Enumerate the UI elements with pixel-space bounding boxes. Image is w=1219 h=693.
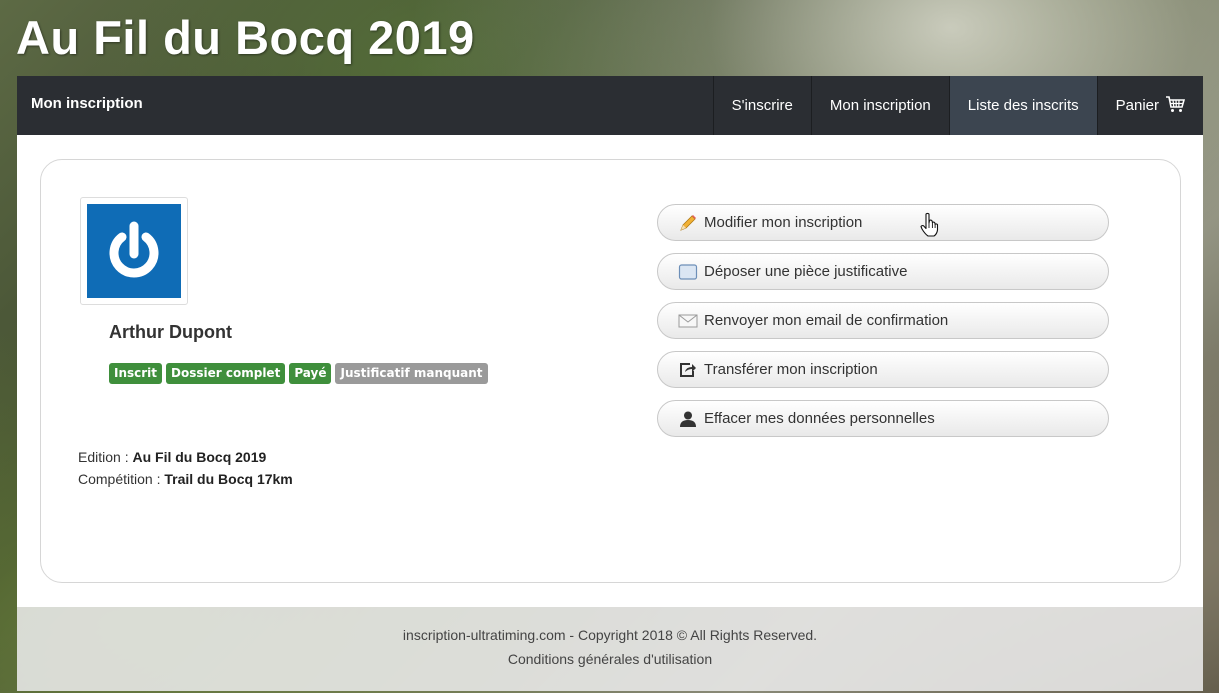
share-icon xyxy=(678,360,698,380)
transfer-registration-button[interactable]: Transférer mon inscription xyxy=(657,351,1109,388)
nav-item-mon-inscription[interactable]: Mon inscription xyxy=(810,76,949,135)
action-label: Renvoyer mon email de confirmation xyxy=(704,312,949,329)
participant-name: Arthur Dupont xyxy=(109,322,232,342)
registration-panel: Arthur Dupont Inscrit Dossier complet Pa… xyxy=(40,159,1181,583)
envelope-icon xyxy=(678,311,698,331)
pencil-icon xyxy=(678,213,698,233)
cart-icon xyxy=(1165,95,1186,117)
competition-label: Compétition : xyxy=(78,471,161,487)
status-badges: Inscrit Dossier complet Payé Justificati… xyxy=(109,363,488,384)
status-badge-dossier-complet: Dossier complet xyxy=(166,363,286,384)
navbar-brand[interactable]: Mon inscription xyxy=(17,76,713,135)
competition-value: Trail du Bocq 17km xyxy=(164,471,293,487)
edit-registration-button[interactable]: Modifier mon inscription xyxy=(657,204,1109,241)
status-badge-paye: Payé xyxy=(289,363,332,384)
delete-personal-data-button[interactable]: Effacer mes données personnelles xyxy=(657,400,1109,437)
registration-info: Edition : Au Fil du Bocq 2019 Compétitio… xyxy=(78,446,293,490)
upload-document-button[interactable]: Déposer une pièce justificative xyxy=(657,253,1109,290)
main-content: Arthur Dupont Inscrit Dossier complet Pa… xyxy=(17,135,1203,607)
action-label: Modifier mon inscription xyxy=(704,214,863,231)
footer-copyright: inscription-ultratiming.com - Copyright … xyxy=(402,627,818,643)
nav-item-label: Panier xyxy=(1115,97,1159,114)
edition-row: Edition : Au Fil du Bocq 2019 xyxy=(78,446,293,468)
resend-confirmation-email-button[interactable]: Renvoyer mon email de confirmation xyxy=(657,302,1109,339)
edition-value: Au Fil du Bocq 2019 xyxy=(132,449,267,465)
action-label: Effacer mes données personnelles xyxy=(704,410,935,427)
user-icon xyxy=(678,409,698,429)
edition-label: Edition : xyxy=(78,449,129,465)
nav-item-label: Liste des inscrits xyxy=(967,97,1079,114)
hand-cursor-icon xyxy=(919,212,941,238)
action-buttons: Modifier mon inscription Déposer une piè… xyxy=(657,204,1111,449)
document-icon xyxy=(678,262,698,282)
nav-item-liste-des-inscrits[interactable]: Liste des inscrits xyxy=(948,76,1097,135)
status-badge-inscrit: Inscrit xyxy=(109,363,163,384)
competition-row: Compétition : Trail du Bocq 17km xyxy=(78,468,293,490)
nav-item-label: Mon inscription xyxy=(829,97,931,114)
status-badge-justificatif-manquant: Justificatif manquant xyxy=(335,363,488,384)
nav-item-panier[interactable]: Panier xyxy=(1096,76,1203,135)
footer: inscription-ultratiming.com - Copyright … xyxy=(17,607,1203,691)
avatar xyxy=(87,204,181,298)
site-title: Au Fil du Bocq 2019 xyxy=(16,11,475,64)
page-container: Mon inscription S'inscrire Mon inscripti… xyxy=(17,76,1203,691)
action-label: Transférer mon inscription xyxy=(704,361,878,378)
action-label: Déposer une pièce justificative xyxy=(704,263,908,280)
footer-terms-link[interactable]: Conditions générales d'utilisation xyxy=(17,647,1203,671)
avatar-frame xyxy=(80,197,188,305)
power-icon xyxy=(109,221,159,278)
nav-item-label: S'inscrire xyxy=(731,97,793,114)
navbar: Mon inscription S'inscrire Mon inscripti… xyxy=(17,76,1203,135)
nav-item-sinscrire[interactable]: S'inscrire xyxy=(712,76,811,135)
